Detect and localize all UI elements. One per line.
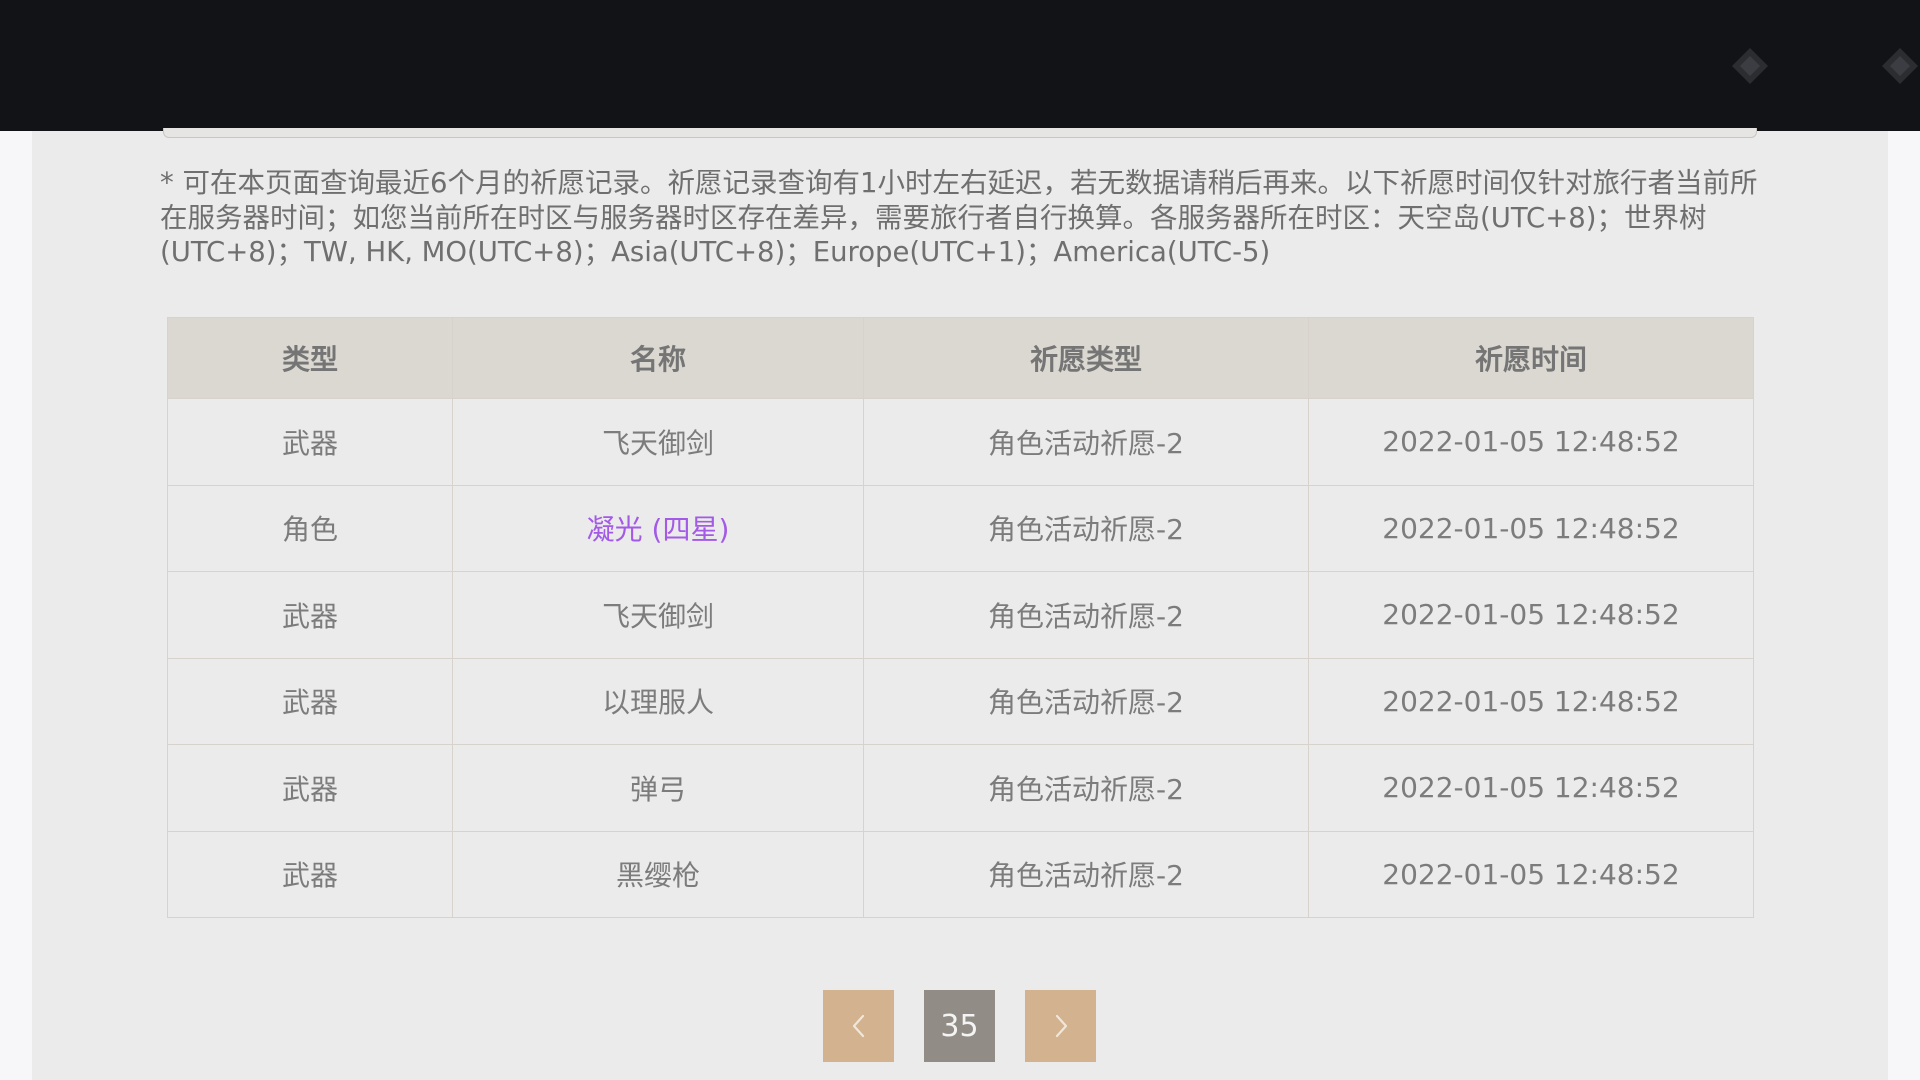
table-row: 武器 黑缨枪 角色活动祈愿-2 2022-01-05 12:48:52	[167, 830, 1754, 918]
diamond-icon	[1732, 48, 1768, 84]
wish-type-cell: 角色活动祈愿-2	[863, 398, 1309, 486]
diamond-icon	[1882, 48, 1918, 84]
time-cell: 2022-01-05 12:48:52	[1308, 484, 1754, 572]
table-row: 武器 弹弓 角色活动祈愿-2 2022-01-05 12:48:52	[167, 744, 1754, 832]
time-cell: 2022-01-05 12:48:52	[1308, 571, 1754, 659]
type-cell: 武器	[167, 398, 453, 486]
header-type: 类型	[167, 317, 453, 399]
wish-type-cell: 角色活动祈愿-2	[863, 657, 1309, 745]
name-cell: 弹弓	[452, 744, 864, 832]
name-cell: 凝光 (四星)	[452, 484, 864, 572]
type-cell: 武器	[167, 571, 453, 659]
type-cell: 武器	[167, 657, 453, 745]
header-wish-time: 祈愿时间	[1308, 317, 1754, 399]
chevron-right-icon	[1055, 1014, 1067, 1038]
header-wish-type: 祈愿类型	[863, 317, 1309, 399]
time-cell: 2022-01-05 12:48:52	[1308, 744, 1754, 832]
time-cell: 2022-01-05 12:48:52	[1308, 398, 1754, 486]
next-page-button[interactable]	[1025, 990, 1096, 1062]
current-page-indicator: 35	[924, 990, 995, 1062]
wish-type-cell: 角色活动祈愿-2	[863, 571, 1309, 659]
type-cell: 角色	[167, 484, 453, 572]
name-cell: 黑缨枪	[452, 830, 864, 918]
wish-history-table: 类型 名称 祈愿类型 祈愿时间 武器 飞天御剑 角色活动祈愿-2 2022-01…	[167, 317, 1754, 918]
table-row: 角色 凝光 (四星) 角色活动祈愿-2 2022-01-05 12:48:52	[167, 484, 1754, 572]
type-cell: 武器	[167, 830, 453, 918]
prev-page-button[interactable]	[823, 990, 894, 1062]
notice-text: * 可在本页面查询最近6个月的祈愿记录。祈愿记录查询有1小时左右延迟，若无数据请…	[160, 167, 1758, 268]
wish-type-cell: 角色活动祈愿-2	[863, 484, 1309, 572]
top-bar	[0, 0, 1920, 131]
name-cell: 以理服人	[452, 657, 864, 745]
name-cell: 飞天御剑	[452, 398, 864, 486]
time-cell: 2022-01-05 12:48:52	[1308, 657, 1754, 745]
wish-type-cell: 角色活动祈愿-2	[863, 744, 1309, 832]
wish-type-cell: 角色活动祈愿-2	[863, 830, 1309, 918]
header-name: 名称	[452, 317, 864, 399]
table-row: 武器 以理服人 角色活动祈愿-2 2022-01-05 12:48:52	[167, 657, 1754, 745]
time-cell: 2022-01-05 12:48:52	[1308, 830, 1754, 918]
name-cell: 飞天御剑	[452, 571, 864, 659]
table-row: 武器 飞天御剑 角色活动祈愿-2 2022-01-05 12:48:52	[167, 398, 1754, 486]
type-cell: 武器	[167, 744, 453, 832]
table-header-row: 类型 名称 祈愿类型 祈愿时间	[167, 317, 1754, 399]
table-row: 武器 飞天御剑 角色活动祈愿-2 2022-01-05 12:48:52	[167, 571, 1754, 659]
panel-divider	[163, 128, 1757, 138]
chevron-left-icon	[852, 1014, 864, 1038]
pagination: 35	[0, 990, 1920, 1062]
